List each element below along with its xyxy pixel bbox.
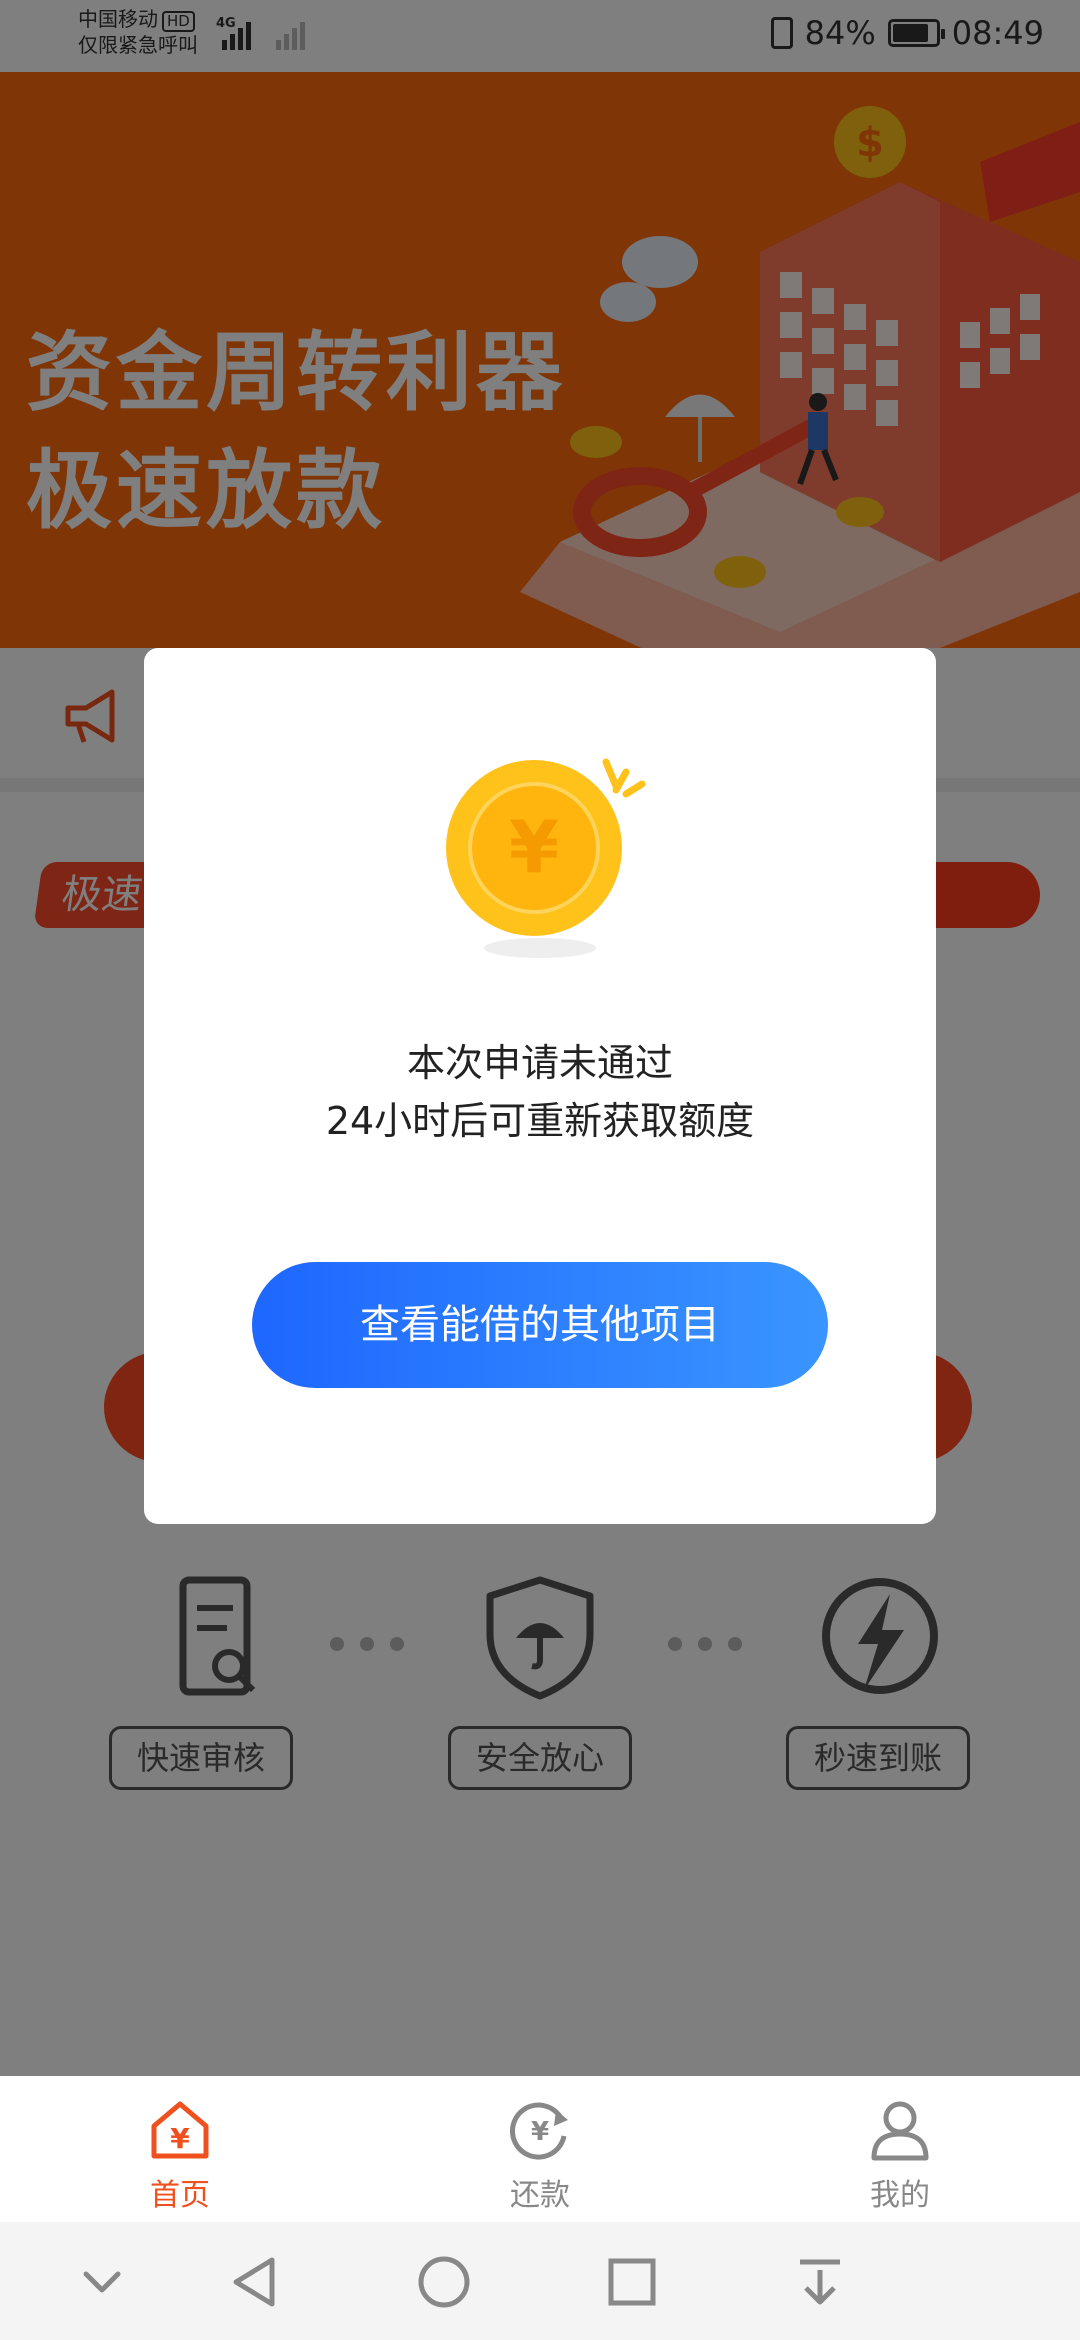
tab-label: 首页: [150, 2178, 210, 2213]
coin-symbol: ¥: [509, 805, 559, 889]
system-nav-bar: [0, 2222, 1080, 2340]
application-result-dialog: ¥ 本次申请未通过 24小时后可重新获取额度 查看能借的其他项目: [144, 648, 936, 1524]
coin-icon: ¥: [446, 758, 646, 958]
home-yen-icon: ¥: [151, 2101, 209, 2159]
dialog-message: 本次申请未通过: [406, 1041, 673, 1085]
tab-mine[interactable]: 我的: [820, 2098, 980, 2214]
tab-label: 还款: [510, 2178, 570, 2213]
chevron-down-icon[interactable]: [72, 2252, 132, 2312]
back-icon[interactable]: [226, 2252, 286, 2312]
recents-icon[interactable]: [602, 2252, 662, 2312]
repay-yen-icon: ¥: [509, 2102, 568, 2160]
dialog-submessage: 24小时后可重新获取额度: [325, 1099, 755, 1143]
notification-pull-icon[interactable]: [790, 2252, 850, 2312]
home-icon[interactable]: [414, 2252, 474, 2312]
bottom-tab-bar: ¥ 首页 ¥ 还款 我的: [0, 2076, 1080, 2222]
svg-text:¥: ¥: [531, 2117, 549, 2147]
tab-home[interactable]: ¥ 首页: [100, 2098, 260, 2214]
svg-text:¥: ¥: [170, 2122, 190, 2155]
user-icon: [871, 2101, 929, 2161]
view-other-projects-button[interactable]: 查看能借的其他项目: [252, 1262, 828, 1388]
tab-label: 我的: [870, 2178, 930, 2213]
tab-repay[interactable]: ¥ 还款: [460, 2098, 620, 2214]
